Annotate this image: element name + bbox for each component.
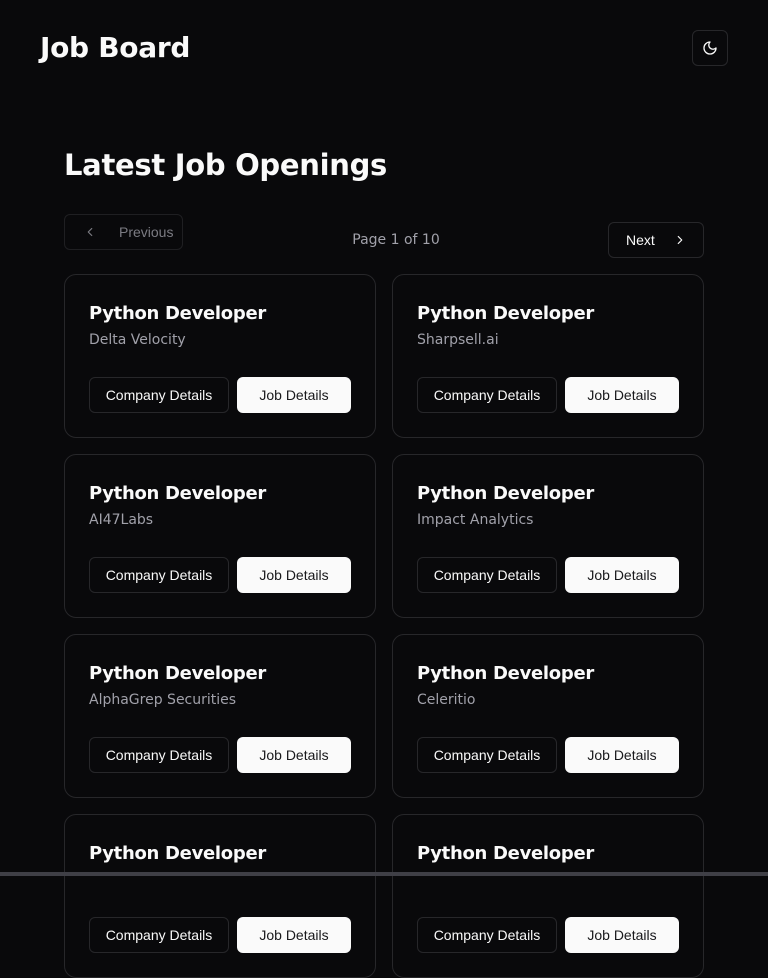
- job-card: Python Developer AI47Labs Company Detail…: [64, 454, 376, 618]
- job-card: Python Developer AlphaGrep Securities Co…: [64, 634, 376, 798]
- next-page-button[interactable]: Next: [608, 222, 704, 258]
- job-details-button[interactable]: Job Details: [565, 377, 679, 413]
- job-details-button[interactable]: Job Details: [565, 917, 679, 953]
- horizontal-scrollbar[interactable]: [0, 872, 768, 876]
- job-title: Python Developer: [89, 843, 266, 864]
- theme-toggle-button[interactable]: [692, 30, 728, 66]
- job-details-button[interactable]: Job Details: [237, 377, 351, 413]
- app-title: Job Board: [40, 31, 191, 64]
- chevron-right-icon: [673, 233, 687, 247]
- job-title: Python Developer: [417, 663, 594, 684]
- next-label: Next: [626, 232, 655, 248]
- job-card: Python Developer Company Details Job Det…: [392, 814, 704, 978]
- company-name: AlphaGrep Securities: [89, 692, 237, 708]
- job-card: Python Developer Celeritio Company Detai…: [392, 634, 704, 798]
- company-details-button[interactable]: Company Details: [89, 557, 229, 593]
- company-details-button[interactable]: Company Details: [417, 377, 557, 413]
- company-details-button[interactable]: Company Details: [89, 377, 229, 413]
- job-title: Python Developer: [417, 303, 594, 324]
- job-details-button[interactable]: Job Details: [565, 737, 679, 773]
- job-card: Python Developer Impact Analytics Compan…: [392, 454, 704, 618]
- job-details-button[interactable]: Job Details: [237, 737, 351, 773]
- job-card: Python Developer Company Details Job Det…: [64, 814, 376, 978]
- job-details-button[interactable]: Job Details: [237, 917, 351, 953]
- job-title: Python Developer: [417, 843, 594, 864]
- job-details-button[interactable]: Job Details: [237, 557, 351, 593]
- company-details-button[interactable]: Company Details: [417, 737, 557, 773]
- job-title: Python Developer: [89, 483, 266, 504]
- job-card: Python Developer Delta Velocity Company …: [64, 274, 376, 438]
- company-details-button[interactable]: Company Details: [89, 737, 229, 773]
- job-title: Python Developer: [89, 663, 266, 684]
- company-details-button[interactable]: Company Details: [417, 917, 557, 953]
- company-details-button[interactable]: Company Details: [89, 917, 229, 953]
- company-name: Celeritio: [417, 692, 476, 708]
- job-details-button[interactable]: Job Details: [565, 557, 679, 593]
- company-details-button[interactable]: Company Details: [417, 557, 557, 593]
- header: Job Board: [0, 0, 768, 96]
- job-title: Python Developer: [417, 483, 594, 504]
- company-name: Impact Analytics: [417, 512, 534, 528]
- page-title: Latest Job Openings: [64, 148, 387, 182]
- company-name: Sharpsell.ai: [417, 332, 499, 348]
- job-title: Python Developer: [89, 303, 266, 324]
- company-name: AI47Labs: [89, 512, 154, 528]
- company-name: Delta Velocity: [89, 332, 186, 348]
- moon-icon: [702, 40, 718, 56]
- job-card: Python Developer Sharpsell.ai Company De…: [392, 274, 704, 438]
